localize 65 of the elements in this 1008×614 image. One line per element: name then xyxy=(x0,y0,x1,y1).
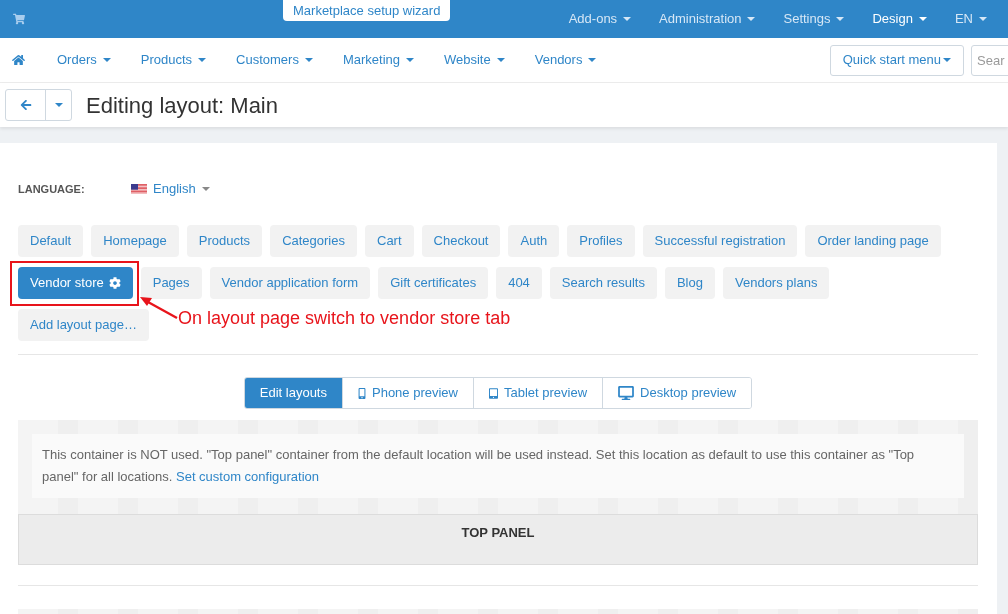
arrow-left-icon xyxy=(19,99,32,111)
view-mode-tab[interactable]: Desktop preview xyxy=(602,378,752,408)
top-menu-item[interactable]: Administration xyxy=(645,9,770,29)
cart-icon[interactable] xyxy=(13,13,25,25)
layout-page-tab[interactable]: Search results xyxy=(549,267,657,299)
caret-icon xyxy=(943,58,951,62)
top-menu-item[interactable]: EN xyxy=(940,9,1001,29)
layout-page-tab[interactable]: Vendors plans xyxy=(723,267,830,299)
caret-icon xyxy=(304,58,313,62)
layout-page-tab[interactable]: Categories xyxy=(270,225,357,257)
nav-menu-item[interactable]: Customers xyxy=(236,50,313,70)
search-field[interactable]: Sear xyxy=(971,44,1008,76)
top-menu-item[interactable]: Design xyxy=(858,9,941,29)
layout-page-tab[interactable]: Pages xyxy=(140,267,202,299)
phone-icon xyxy=(358,387,366,399)
top-menu-item[interactable]: Settings xyxy=(769,9,859,29)
us-flag-icon xyxy=(131,184,147,194)
caret-icon xyxy=(623,17,632,21)
caret-icon xyxy=(201,187,210,191)
layout-page-tab[interactable]: Successful registration xyxy=(642,225,798,257)
page-title: Editing layout: Main xyxy=(86,91,278,120)
caret-icon xyxy=(496,58,505,62)
layout-page-tab[interactable]: Vendor store xyxy=(18,267,133,299)
layout-page-tab[interactable]: Order landing page xyxy=(805,225,941,257)
caret-icon xyxy=(918,17,927,21)
nav-menu-item[interactable]: Website xyxy=(444,50,505,70)
container-title: TOP PANEL xyxy=(461,525,535,540)
caret-icon xyxy=(54,103,63,107)
layout-page-tab[interactable]: Gift certificates xyxy=(378,267,489,299)
custom-configuration-link[interactable]: Set custom configuration xyxy=(176,469,320,484)
layout-page-tab[interactable]: 404 xyxy=(496,267,542,299)
nav-menu-item[interactable]: Vendors xyxy=(534,50,597,70)
monitor-icon xyxy=(618,386,635,400)
layout-page-tab[interactable]: Auth xyxy=(508,225,560,257)
view-mode-tab[interactable]: Edit layouts xyxy=(244,378,342,408)
layout-page-tab[interactable]: Vendor application form xyxy=(209,267,371,299)
nav-menu-item[interactable]: Orders xyxy=(57,50,111,70)
setup-wizard-button[interactable]: Marketplace setup wizard xyxy=(283,0,451,21)
caret-icon xyxy=(747,17,756,21)
quick-start-menu-button[interactable]: Quick start menu xyxy=(829,44,964,76)
language-label: LANGUAGE: xyxy=(18,181,86,197)
layout-page-tab[interactable]: Products xyxy=(186,225,263,257)
gear-icon xyxy=(108,277,121,289)
layout-page-tab[interactable]: Profiles xyxy=(567,225,635,257)
layout-page-tab[interactable]: Default xyxy=(18,225,84,257)
annotation-text: On layout page switch to vendor store tab xyxy=(178,308,511,329)
layout-page-tab[interactable]: Blog xyxy=(664,267,715,299)
tablet-icon xyxy=(489,387,498,399)
caret-icon xyxy=(102,58,111,62)
arrow-icon xyxy=(140,297,178,319)
layout-page-tab[interactable]: Homepage xyxy=(91,225,179,257)
add-layout-page-button[interactable]: Add layout page… xyxy=(18,309,149,341)
nav-menu-item[interactable]: Products xyxy=(140,50,207,70)
caret-icon xyxy=(198,58,207,62)
nav-menu-item[interactable]: Marketing xyxy=(342,50,414,70)
caret-icon xyxy=(406,58,414,62)
caret-icon xyxy=(836,17,845,21)
caret-icon xyxy=(588,58,597,62)
notice-text: This container is NOT used. "Top panel" container from the default location will be used instead. Set this location as default to use this container as "Top panel" for all locations. Set custom configuration xyxy=(42,446,916,486)
language-dropdown[interactable]: English xyxy=(131,179,210,199)
home-icon[interactable] xyxy=(12,54,25,66)
top-menu-item[interactable]: Add-ons xyxy=(554,9,646,29)
caret-icon xyxy=(979,17,987,21)
layout-page-tab[interactable]: Checkout xyxy=(421,225,501,257)
layout-page-tab[interactable]: Cart xyxy=(365,225,414,257)
